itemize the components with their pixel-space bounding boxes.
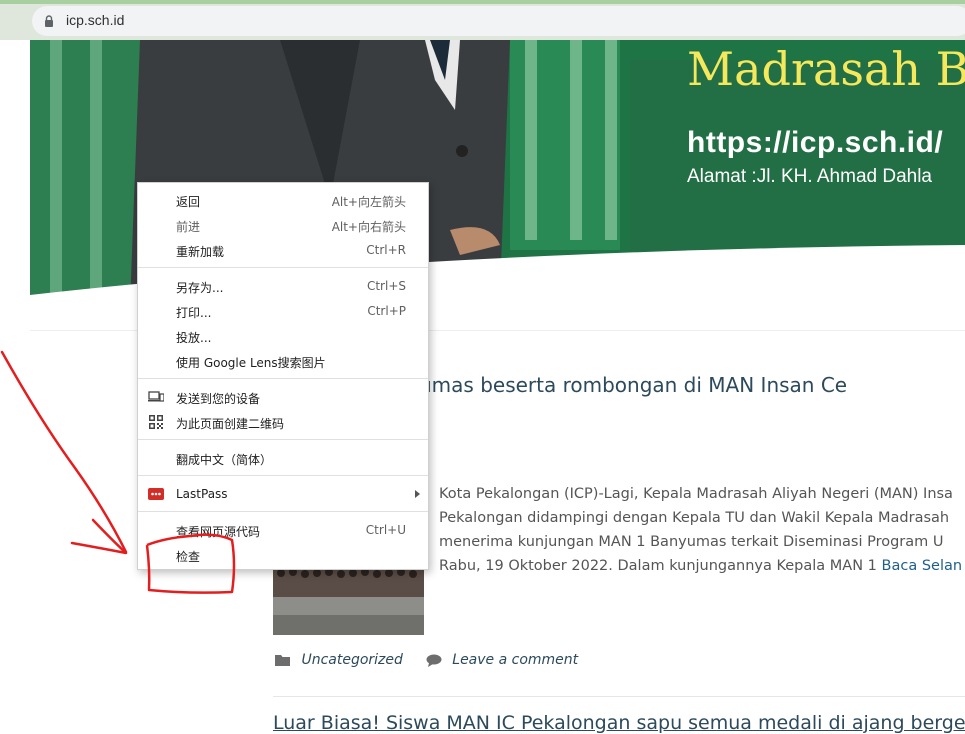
menu-item-back[interactable]: 返回 Alt+向左箭头 [138, 188, 428, 213]
next-article-title[interactable]: Luar Biasa! Siswa MAN IC Pekalongan sapu… [273, 712, 965, 734]
category-link[interactable]: Uncategorized [301, 652, 402, 668]
excerpt-line: Pekalongan didampingi dengan Kepala TU d… [439, 510, 950, 526]
menu-separator [138, 439, 428, 440]
menu-item-qr-code[interactable]: 为此页面创建二维码 [138, 410, 428, 435]
menu-item-shortcut: Ctrl+U [365, 523, 406, 537]
url-text[interactable]: icp.sch.id [66, 12, 124, 28]
menu-item-label: 查看网页源代码 [176, 525, 261, 539]
menu-item-view-source[interactable]: 查看网页源代码 Ctrl+U [138, 518, 428, 543]
menu-item-label: 打印... [176, 306, 212, 320]
menu-item-label: 投放... [176, 331, 212, 345]
comment-link[interactable]: Leave a comment [452, 652, 578, 668]
article-excerpt: Kota Pekalongan (ICP)-Lagi, Kepala Madra… [439, 482, 965, 578]
menu-item-label: LastPass [176, 487, 228, 501]
annotation-arrow-head [70, 518, 128, 555]
excerpt-line-text: Rabu, 19 Oktober 2022. Dalam kunjunganny… [439, 558, 882, 574]
devices-icon [148, 391, 164, 402]
qr-code-icon [149, 415, 163, 429]
banner-address: Alamat :Jl. KH. Ahmad Dahla [687, 166, 932, 187]
banner-title: Madrasah B [687, 42, 965, 96]
menu-item-label: 发送到您的设备 [176, 392, 261, 406]
menu-item-shortcut: Ctrl+R [366, 243, 406, 257]
menu-item-shortcut: Alt+向左箭头 [331, 195, 406, 209]
article-meta: Uncategorized Leave a comment [275, 652, 578, 668]
menu-item-inspect[interactable]: 检查 [138, 543, 428, 568]
lastpass-icon [148, 488, 164, 500]
folder-icon [275, 655, 290, 666]
menu-item-shortcut: Ctrl+S [366, 279, 406, 293]
menu-item-label: 重新加载 [176, 245, 225, 259]
browser-toolbar: icp.sch.id [0, 0, 965, 40]
menu-item-label: 为此页面创建二维码 [176, 417, 285, 431]
menu-separator [138, 511, 428, 512]
divider [273, 696, 965, 697]
submenu-arrow-icon [415, 490, 420, 498]
excerpt-line: menerima kunjungan MAN 1 Banyumas terkai… [439, 534, 944, 550]
menu-item-reload[interactable]: 重新加载 Ctrl+R [138, 238, 428, 263]
menu-separator [138, 378, 428, 379]
excerpt-line: Kota Pekalongan (ICP)-Lagi, Kepala Madra… [439, 486, 953, 502]
menu-separator [138, 475, 428, 476]
menu-item-label: 翻成中文（简体） [176, 453, 273, 467]
comment-icon [426, 654, 442, 667]
menu-item-label: 前进 [176, 220, 201, 234]
menu-separator [138, 267, 428, 268]
menu-item-print[interactable]: 打印... Ctrl+P [138, 299, 428, 324]
menu-item-send-to-device[interactable]: 发送到您的设备 [138, 385, 428, 410]
menu-item-shortcut: Alt+向右箭头 [331, 220, 406, 234]
menu-item-label: 返回 [176, 195, 201, 209]
menu-item-save-as[interactable]: 另存为... Ctrl+S [138, 274, 428, 299]
menu-item-lastpass[interactable]: LastPass [138, 482, 428, 507]
menu-item-label: 使用 Google Lens搜索图片 [176, 356, 326, 370]
address-bar[interactable]: icp.sch.id [32, 6, 965, 36]
banner-url: https://icp.sch.id/ [687, 126, 944, 159]
menu-item-label: 检查 [176, 550, 201, 564]
annotation-arrow-shaft [0, 350, 128, 554]
menu-item-translate[interactable]: 翻成中文（简体） [138, 446, 428, 471]
lock-icon[interactable] [44, 15, 54, 27]
context-menu: 返回 Alt+向左箭头 前进 Alt+向右箭头 重新加载 Ctrl+R 另存为.… [137, 182, 429, 570]
menu-item-forward[interactable]: 前进 Alt+向右箭头 [138, 213, 428, 238]
menu-item-cast[interactable]: 投放... [138, 324, 428, 349]
read-more-link[interactable]: Baca Selan [882, 558, 963, 574]
menu-item-label: 另存为... [176, 281, 224, 295]
excerpt-line: Rabu, 19 Oktober 2022. Dalam kunjunganny… [439, 554, 965, 578]
menu-item-google-lens[interactable]: 使用 Google Lens搜索图片 [138, 349, 428, 374]
menu-item-shortcut: Ctrl+P [367, 304, 406, 318]
tab-strip [0, 0, 965, 4]
